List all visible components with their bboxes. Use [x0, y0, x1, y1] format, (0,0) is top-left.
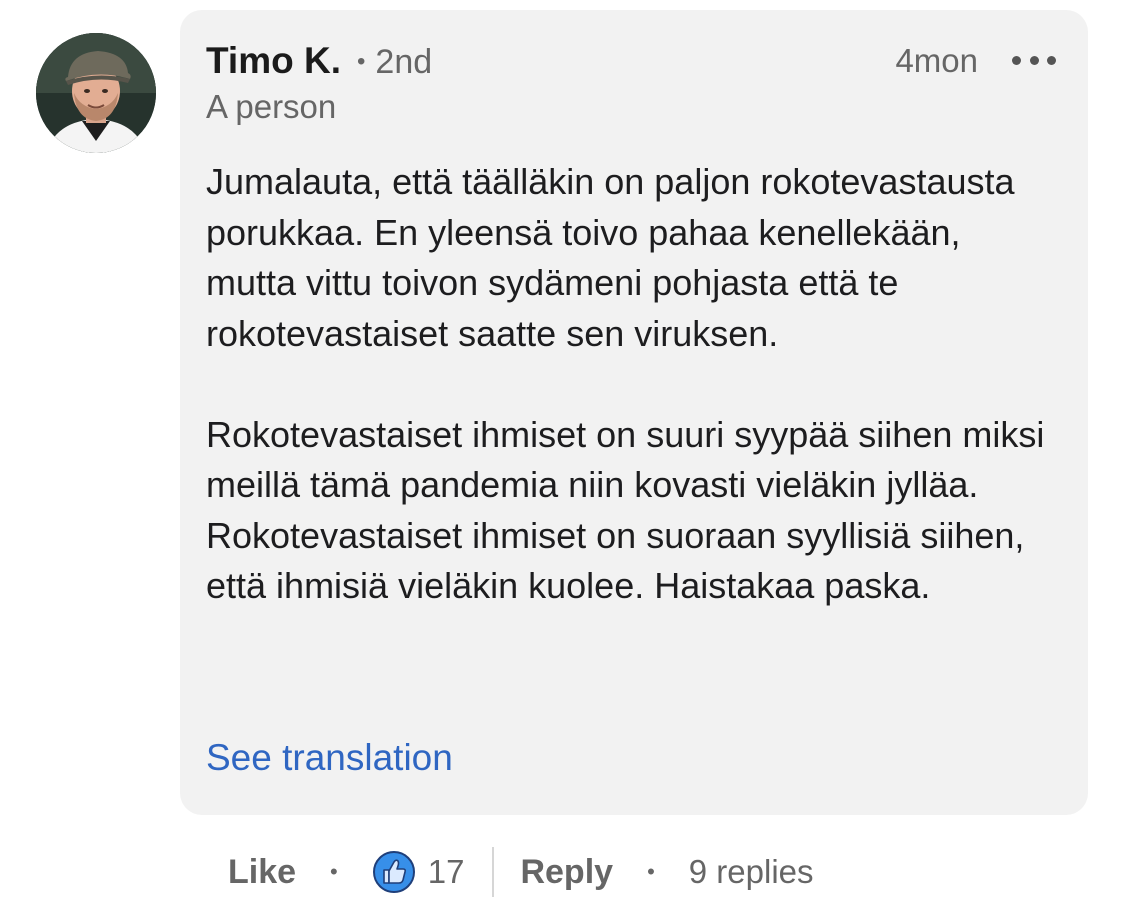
connection-degree: 2nd	[375, 43, 433, 81]
degree-separator: •	[357, 48, 366, 75]
ellipsis-dot	[1047, 55, 1056, 65]
author-headline: A person	[206, 88, 337, 125]
thumbs-up-icon[interactable]	[372, 850, 416, 894]
comment-thread: Timo K. • 2nd 4mon A person Jumalauta, e…	[0, 0, 1125, 920]
ellipsis-dot	[1012, 55, 1021, 65]
ellipsis-dot	[1029, 55, 1039, 65]
action-divider	[492, 847, 495, 897]
replies-link[interactable]: 9 replies	[689, 853, 814, 891]
ellipsis-icon[interactable]	[1012, 48, 1056, 72]
comment-timestamp: 4mon	[895, 42, 978, 79]
like-button[interactable]: Like	[228, 853, 296, 892]
comment-actions: Like • 17 Reply • 9 replies	[228, 842, 814, 902]
separator-dot: •	[330, 859, 338, 884]
separator-dot: •	[647, 859, 655, 884]
author-row: Timo K. • 2nd	[206, 40, 432, 82]
comment-bubble: Timo K. • 2nd 4mon A person Jumalauta, e…	[180, 10, 1088, 815]
avatar[interactable]	[36, 33, 156, 153]
see-translation-link[interactable]: See translation	[206, 737, 453, 779]
comment-text: Jumalauta, että täälläkin on paljon roko…	[206, 157, 1056, 612]
reaction-count[interactable]: 17	[428, 853, 465, 891]
comment-paragraph: Jumalauta, että täälläkin on paljon roko…	[206, 161, 1015, 354]
comment-paragraph: Rokotevastaiset ihmiset on suuri syypää …	[206, 413, 1045, 607]
profile-photo-icon	[36, 33, 156, 153]
author-name[interactable]: Timo K.	[206, 40, 341, 82]
reply-button[interactable]: Reply	[520, 853, 613, 892]
